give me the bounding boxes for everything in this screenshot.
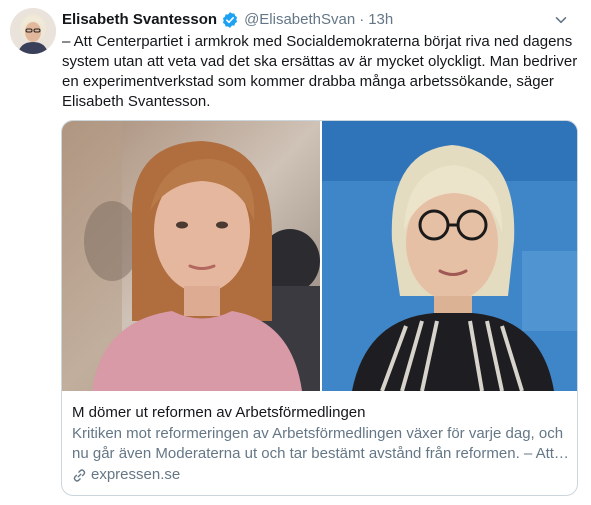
card-photo-left (62, 121, 320, 391)
avatar[interactable] (10, 8, 56, 54)
tweet-header: Elisabeth Svantesson @ElisabethSvan · 13… (62, 10, 571, 30)
avatar-image (10, 8, 56, 54)
chevron-down-icon[interactable] (551, 10, 571, 30)
link-preview-card[interactable]: M dömer ut reformen av Arbetsförmedlinge… (61, 120, 578, 496)
card-title[interactable]: M dömer ut reformen av Arbetsförmedlinge… (72, 403, 569, 423)
link-icon (73, 468, 86, 482)
tweet[interactable]: Elisabeth Svantesson @ElisabethSvan · 13… (0, 0, 591, 505)
card-media[interactable] (62, 121, 577, 391)
author-handle[interactable]: @ElisabethSvan (244, 10, 355, 30)
author-name[interactable]: Elisabeth Svantesson (62, 10, 217, 30)
card-description: Kritiken mot reformeringen av Arbetsförm… (72, 425, 569, 462)
card-domain-text: expressen.se (91, 466, 181, 483)
card-photo-right (322, 121, 577, 391)
separator-dot: · (359, 11, 365, 28)
tweet-text: – Att Centerpartiet i armkrok med Social… (62, 33, 578, 110)
card-domain[interactable]: expressen.se (72, 465, 569, 485)
tweet-timestamp[interactable]: 13h (368, 10, 393, 30)
verified-badge-icon (221, 11, 239, 29)
card-body[interactable]: M dömer ut reformen av Arbetsförmedlinge… (72, 403, 569, 485)
